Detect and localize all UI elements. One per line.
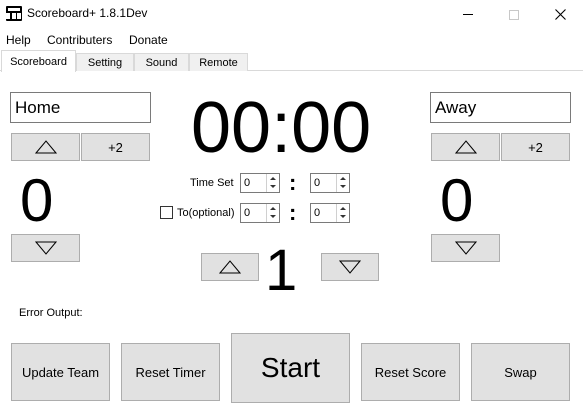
away-name-input[interactable]: Away	[430, 92, 571, 123]
spin-down-icon[interactable]	[267, 213, 279, 222]
period-up-button[interactable]	[201, 253, 259, 281]
triangle-down-icon	[339, 260, 361, 274]
minimize-button[interactable]	[445, 0, 491, 29]
to-optional-separator: :	[289, 200, 297, 225]
triangle-down-icon	[454, 241, 477, 255]
triangle-down-icon	[34, 241, 57, 255]
home-score-down-button[interactable]	[11, 234, 80, 262]
time-set-minutes-value: 0	[244, 177, 251, 189]
to-optional-seconds-spinner[interactable]: 0	[310, 203, 350, 223]
triangle-up-icon	[219, 260, 241, 274]
period-down-button[interactable]	[321, 253, 379, 281]
maximize-button[interactable]	[491, 0, 537, 29]
update-team-button[interactable]: Update Team	[11, 343, 110, 401]
spinner-arrows[interactable]	[336, 174, 349, 192]
time-set-label: Time Set	[190, 177, 234, 189]
spin-up-icon[interactable]	[267, 204, 279, 213]
tab-remote[interactable]: Remote	[189, 53, 248, 71]
spin-down-icon[interactable]	[267, 183, 279, 192]
spin-down-icon[interactable]	[337, 183, 349, 192]
tab-sound[interactable]: Sound	[134, 53, 189, 71]
to-optional-label: To(optional)	[177, 207, 235, 219]
spinner-arrows[interactable]	[266, 204, 279, 222]
tab-scoreboard[interactable]: Scoreboard	[1, 50, 76, 72]
maximize-icon	[509, 9, 519, 20]
reset-score-button[interactable]: Reset Score	[361, 343, 460, 401]
triangle-up-icon	[454, 140, 477, 154]
menu-bar: Help Contributers Donate	[0, 30, 583, 50]
away-score-down-button[interactable]	[431, 234, 500, 262]
to-optional-minutes-spinner[interactable]: 0	[240, 203, 280, 223]
time-set-minutes-spinner[interactable]: 0	[240, 173, 280, 193]
tab-setting[interactable]: Setting	[76, 53, 134, 71]
spin-up-icon[interactable]	[337, 174, 349, 183]
start-button[interactable]: Start	[231, 333, 350, 403]
home-score-up-button[interactable]	[11, 133, 80, 161]
close-icon	[554, 9, 566, 20]
tab-strip: Scoreboard Setting Sound Remote	[0, 50, 583, 72]
scoreboard-app-icon	[6, 6, 22, 21]
swap-button[interactable]: Swap	[471, 343, 570, 401]
menu-donate[interactable]: Donate	[129, 33, 168, 47]
spinner-arrows[interactable]	[266, 174, 279, 192]
reset-timer-button[interactable]: Reset Timer	[121, 343, 220, 401]
away-plus-two-button[interactable]: +2	[501, 133, 570, 161]
to-optional-seconds-value: 0	[314, 207, 321, 219]
time-set-separator: :	[289, 170, 297, 195]
to-optional-checkbox[interactable]	[160, 206, 173, 219]
minimize-icon	[463, 14, 473, 15]
time-set-seconds-spinner[interactable]: 0	[310, 173, 350, 193]
to-optional-minutes-value: 0	[244, 207, 251, 219]
home-name-input[interactable]: Home	[10, 92, 151, 123]
away-score-up-button[interactable]	[431, 133, 500, 161]
game-clock: 00:00	[191, 88, 372, 168]
spin-up-icon[interactable]	[267, 174, 279, 183]
window-title: Scoreboard+ 1.8.1Dev	[27, 6, 148, 20]
error-output-label: Error Output:	[19, 307, 83, 319]
home-score: 0	[20, 167, 54, 234]
time-set-seconds-value: 0	[314, 177, 321, 189]
away-score: 0	[440, 167, 474, 234]
period-number: 1	[265, 238, 298, 303]
home-plus-two-button[interactable]: +2	[81, 133, 150, 161]
spin-down-icon[interactable]	[337, 213, 349, 222]
spinner-arrows[interactable]	[336, 204, 349, 222]
close-button[interactable]	[537, 0, 583, 29]
spin-up-icon[interactable]	[337, 204, 349, 213]
menu-contributers[interactable]: Contributers	[47, 33, 112, 47]
menu-help[interactable]: Help	[6, 33, 31, 47]
title-bar: Scoreboard+ 1.8.1Dev	[0, 0, 583, 29]
triangle-up-icon	[34, 140, 57, 154]
